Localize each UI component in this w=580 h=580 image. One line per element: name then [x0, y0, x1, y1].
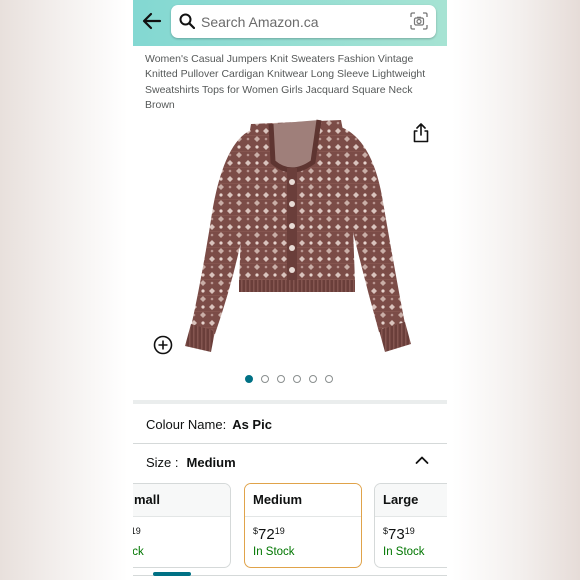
size-option-name: Large [375, 484, 447, 517]
header-bar [133, 0, 447, 46]
carousel-dot-1[interactable] [245, 375, 253, 383]
size-option-stock: In Stock [383, 546, 425, 558]
colour-label: Colour Name: [146, 416, 227, 432]
product-title: Women's Casual Jumpers Knit Sweaters Fas… [145, 53, 426, 111]
search-input[interactable] [201, 11, 401, 33]
size-value: Medium [186, 454, 236, 470]
carousel-dot-5[interactable] [309, 375, 317, 383]
size-option-price: 7119 [133, 526, 141, 536]
carousel-dot-3[interactable] [277, 375, 285, 383]
size-option-name: Medium [245, 484, 361, 517]
search-bar[interactable] [171, 5, 436, 38]
carousel-dot-4[interactable] [293, 375, 301, 383]
carousel-dot-2[interactable] [261, 375, 269, 383]
size-option-stock: Stock [133, 546, 144, 558]
zoom-icon[interactable] [153, 335, 173, 355]
size-option-medium[interactable]: Medium $7219 In Stock [244, 483, 362, 568]
size-option-price: $7219 [253, 526, 285, 543]
search-icon [179, 13, 195, 29]
size-option-price: $7319 [383, 526, 415, 543]
bottom-tab-indicator [153, 572, 191, 576]
product-image-cardigan[interactable] [173, 112, 413, 362]
image-carousel-dots [245, 375, 333, 385]
size-row[interactable]: Size : Medium [133, 443, 447, 481]
size-option-small[interactable]: mall 7119 Stock [133, 483, 231, 568]
back-arrow-icon[interactable] [141, 10, 163, 32]
size-option-name: mall [133, 484, 230, 517]
section-divider [133, 400, 447, 404]
colour-value: As Pic [232, 416, 272, 432]
carousel-dot-6[interactable] [325, 375, 333, 383]
colour-row: Colour Name: As Pic [133, 405, 447, 443]
size-option-large[interactable]: Large $7319 In Stock [374, 483, 447, 568]
size-label: Size : [146, 454, 179, 470]
camera-scan-icon[interactable] [410, 12, 428, 30]
chevron-up-icon[interactable] [415, 455, 429, 465]
phone-screen: Women's Casual Jumpers Knit Sweaters Fas… [133, 0, 447, 580]
size-option-stock: In Stock [253, 546, 295, 558]
share-icon[interactable] [412, 123, 430, 143]
